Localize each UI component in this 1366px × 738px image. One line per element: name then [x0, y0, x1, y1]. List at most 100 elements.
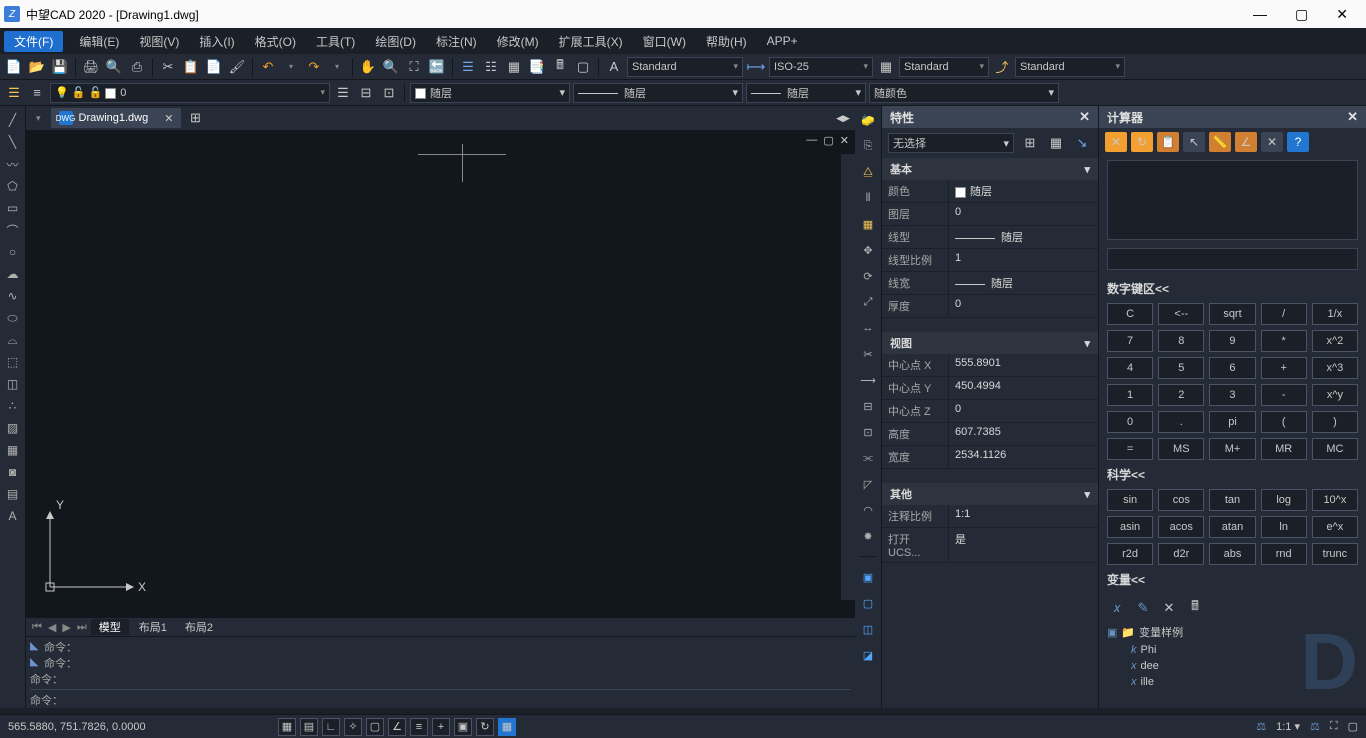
- paste-icon[interactable]: 📄: [204, 57, 224, 77]
- calc-key-4[interactable]: 4: [1107, 357, 1153, 379]
- calc-clearhist-icon[interactable]: ↻: [1131, 132, 1153, 152]
- calc-key-2[interactable]: 2: [1158, 384, 1204, 406]
- calc-key-log[interactable]: log: [1261, 489, 1307, 511]
- sheet-set-icon[interactable]: 📑: [527, 57, 547, 77]
- copy-icon[interactable]: 📋: [181, 57, 201, 77]
- hatch-icon[interactable]: ▨: [3, 418, 23, 438]
- polar-icon[interactable]: ✧: [344, 718, 362, 736]
- zoom-prev-icon[interactable]: 🔙: [427, 57, 447, 77]
- layer-combo[interactable]: 💡 🔓 🔓 0 ▾: [50, 83, 330, 103]
- annovis-icon[interactable]: ⚖: [1310, 720, 1320, 733]
- quickcalc-icon[interactable]: 🖩: [550, 57, 570, 77]
- var-del-icon[interactable]: ✕: [1159, 598, 1179, 618]
- calc-key-5[interactable]: 5: [1158, 357, 1204, 379]
- lwt-icon[interactable]: ≡: [410, 718, 428, 736]
- calc-key-1[interactable]: 1: [1107, 384, 1153, 406]
- chamfer-icon[interactable]: ◸: [858, 474, 878, 494]
- ellipsearc-icon[interactable]: ⌓: [3, 330, 23, 350]
- calc-dist-icon[interactable]: 📏: [1209, 132, 1231, 152]
- calc-key-acos[interactable]: acos: [1158, 516, 1204, 538]
- erase-icon[interactable]: 🧽: [858, 110, 878, 130]
- command-input[interactable]: [67, 694, 851, 706]
- calc-key-)[interactable]: ): [1312, 411, 1358, 433]
- view-close-icon[interactable]: ✕: [840, 134, 849, 147]
- calc-getcoord-icon[interactable]: ↖: [1183, 132, 1205, 152]
- calc-key-MR[interactable]: MR: [1261, 438, 1307, 460]
- selectobjs-icon[interactable]: ▦: [1046, 133, 1066, 153]
- calc-help-icon[interactable]: ?: [1287, 132, 1309, 152]
- doc-tab[interactable]: DWG Drawing1.dwg ✕: [51, 108, 182, 128]
- cleanscreen-icon[interactable]: ▢: [1348, 720, 1358, 733]
- cleanscreen-icon[interactable]: ▢: [573, 57, 593, 77]
- join-icon[interactable]: ⫘: [858, 448, 878, 468]
- properties-icon[interactable]: ☰: [458, 57, 478, 77]
- pickadd-icon[interactable]: ↘: [1072, 133, 1092, 153]
- tab-layout1[interactable]: 布局1: [131, 619, 175, 635]
- calc-key-/[interactable]: /: [1261, 303, 1307, 325]
- calc-key-M+[interactable]: M+: [1209, 438, 1255, 460]
- tool-palette-icon[interactable]: ▦: [504, 57, 524, 77]
- layer-off-icon[interactable]: ⊡: [379, 83, 399, 103]
- calc-sci-header[interactable]: 科学<<: [1099, 460, 1366, 489]
- calc-key-pi[interactable]: pi: [1209, 411, 1255, 433]
- mirror-icon[interactable]: ⧋: [858, 162, 878, 182]
- undo-icon[interactable]: ↶: [258, 57, 278, 77]
- calc-key-7[interactable]: 7: [1107, 330, 1153, 352]
- layer-states-icon[interactable]: ≡: [27, 83, 47, 103]
- redo-icon[interactable]: ↷: [304, 57, 324, 77]
- view-maximize-icon[interactable]: ▢: [823, 134, 833, 147]
- calc-key-ln[interactable]: ln: [1261, 516, 1307, 538]
- menu-edit[interactable]: 编辑(E): [69, 31, 129, 52]
- new-tab-icon[interactable]: ⊞: [185, 108, 205, 128]
- calc-intersect-icon[interactable]: ✕: [1261, 132, 1283, 152]
- zoom-window-icon[interactable]: ⛶: [404, 57, 424, 77]
- var-item[interactable]: kPhi: [1107, 642, 1358, 658]
- calc-angle-icon[interactable]: ∠: [1235, 132, 1257, 152]
- otrack-icon[interactable]: ∠: [388, 718, 406, 736]
- calc-key-x^3[interactable]: x^3: [1312, 357, 1358, 379]
- tab-last-icon[interactable]: ⏭: [75, 621, 89, 634]
- offset-icon[interactable]: ⫴: [858, 188, 878, 208]
- calc-key-8[interactable]: 8: [1158, 330, 1204, 352]
- var-new-icon[interactable]: 𝑥: [1107, 598, 1127, 618]
- calc-key-d2r[interactable]: d2r: [1158, 543, 1204, 565]
- calc-key-0[interactable]: 0: [1107, 411, 1153, 433]
- point-icon[interactable]: ∴: [3, 396, 23, 416]
- quickselect-icon[interactable]: ⊞: [1020, 133, 1040, 153]
- calc-key-.[interactable]: .: [1158, 411, 1204, 433]
- selection-combo[interactable]: 无选择▾: [888, 133, 1014, 153]
- calc-key-sqrt[interactable]: sqrt: [1209, 303, 1255, 325]
- tablestyle-combo[interactable]: Standard▾: [899, 57, 989, 77]
- tab-scroll[interactable]: ◀▶: [831, 106, 855, 130]
- annoscale-icon[interactable]: ⚖: [1256, 720, 1266, 733]
- tab-next-icon[interactable]: ▶: [60, 621, 72, 634]
- draworder-above-icon[interactable]: ◫: [858, 619, 878, 639]
- new-icon[interactable]: 📄: [4, 57, 24, 77]
- calc-key-*[interactable]: *: [1261, 330, 1307, 352]
- calc-key-x^2[interactable]: x^2: [1312, 330, 1358, 352]
- print-icon[interactable]: 🖨: [81, 57, 101, 77]
- calc-num-header[interactable]: 数字键区<<: [1099, 274, 1366, 303]
- polyline-icon[interactable]: 〰: [3, 154, 23, 174]
- xline-icon[interactable]: ╲: [3, 132, 23, 152]
- menu-modify[interactable]: 修改(M): [487, 31, 549, 52]
- stretch-icon[interactable]: ↔: [858, 318, 878, 338]
- break-icon[interactable]: ⊡: [858, 422, 878, 442]
- tab-layout2[interactable]: 布局2: [177, 619, 221, 635]
- var-edit-icon[interactable]: ✎: [1133, 598, 1153, 618]
- calc-key-MS[interactable]: MS: [1158, 438, 1204, 460]
- lineweight-combo[interactable]: 随层▾: [746, 83, 866, 103]
- menu-help[interactable]: 帮助(H): [696, 31, 757, 52]
- calc-key--[interactable]: -: [1261, 384, 1307, 406]
- insert-icon[interactable]: ⬚: [3, 352, 23, 372]
- fillet-icon[interactable]: ◠: [858, 500, 878, 520]
- var-item[interactable]: xdee: [1107, 658, 1358, 674]
- calc-key-+[interactable]: +: [1261, 357, 1307, 379]
- viewport[interactable]: — ▢ ✕ Y X: [26, 130, 855, 618]
- design-center-icon[interactable]: ☷: [481, 57, 501, 77]
- tab-close-icon[interactable]: ✕: [164, 112, 173, 125]
- coordinates-display[interactable]: 565.5880, 751.7826, 0.0000: [8, 721, 278, 733]
- draworder-below-icon[interactable]: ◪: [858, 645, 878, 665]
- var-item[interactable]: xille: [1107, 674, 1358, 690]
- tab-first-icon[interactable]: ⏮: [30, 621, 44, 634]
